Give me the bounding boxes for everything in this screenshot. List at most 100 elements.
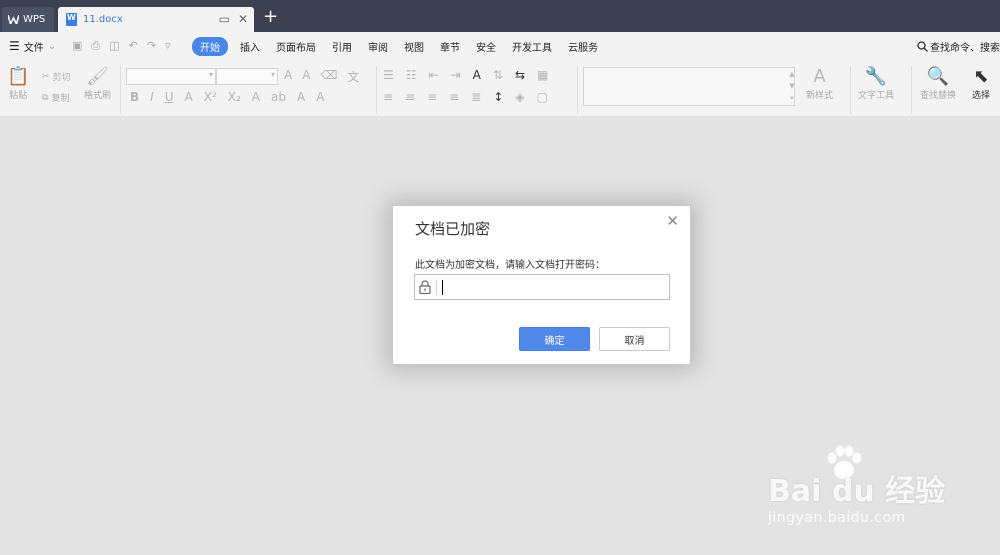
cut-label: 剪切 [52, 73, 71, 83]
tab-security[interactable]: 安全 [468, 39, 504, 54]
undo-icon[interactable]: ↶ [129, 39, 138, 53]
close-icon[interactable]: ✕ [666, 214, 679, 229]
chevron-down-icon: ⌄ [47, 40, 57, 52]
quick-access-toolbar: ▣ ⎙ ◫ ↶ ↷ ▿ [72, 39, 192, 53]
wps-home-tab[interactable]: WPS [2, 7, 54, 32]
print-preview-icon[interactable]: ◫ [109, 39, 119, 53]
align-center-icon[interactable]: ≡ [405, 90, 415, 104]
cut-button[interactable]: ✂ 剪切 [42, 70, 71, 84]
chinese-layout-icon[interactable]: A [473, 68, 481, 82]
line-spacing-icon[interactable]: ↕ [493, 90, 503, 104]
tab-cloud-services[interactable]: 云服务 [560, 39, 606, 54]
tab-developer[interactable]: 开发工具 [504, 39, 560, 54]
font-family-select[interactable] [126, 68, 216, 85]
paragraph-buttons-top: ☰ ☷ ⇤ ⇥ A ⇅ ⇆ ▦ [383, 68, 548, 82]
cancel-button[interactable]: 取消 [599, 327, 670, 351]
phonetic-icon[interactable]: 文 [347, 68, 359, 85]
style-gallery[interactable] [583, 67, 795, 106]
decrease-font-icon[interactable]: A [302, 68, 310, 85]
table-borders-icon[interactable]: ▦ [537, 68, 548, 82]
font-color-icon[interactable]: A [297, 90, 305, 104]
text-effect-icon[interactable]: A [252, 90, 260, 104]
paste-button[interactable]: 📋 粘贴 [7, 66, 30, 102]
sort-icon[interactable]: ⇅ [493, 68, 503, 82]
new-tab-button[interactable]: + [263, 8, 278, 26]
confirm-button[interactable]: 确定 [519, 327, 590, 351]
underline-icon[interactable]: U [165, 90, 174, 104]
styles-icon: A [813, 66, 826, 87]
clipboard-icon: 📋 [7, 66, 30, 87]
divider [911, 66, 912, 114]
field-divider [436, 280, 437, 295]
tab-references[interactable]: 引用 [324, 39, 360, 54]
title-bar: WPS 11.docx ▭ ✕ + [0, 0, 1000, 32]
tab-insert[interactable]: 插入 [232, 39, 268, 54]
tab-chapter[interactable]: 章节 [432, 39, 468, 54]
copy-label: 复制 [51, 94, 70, 104]
menu-bar: ☰ 文件 ⌄ ▣ ⎙ ◫ ↶ ↷ ▿ 开始 插入 页面布局 引用 审阅 视图 章… [0, 32, 1000, 60]
divider [577, 66, 578, 114]
new-style-button[interactable]: A 新样式 [806, 66, 833, 102]
shading-icon[interactable]: ◈ [515, 90, 524, 104]
find-replace-button[interactable]: 🔍 查找替换 [920, 68, 956, 102]
wps-logo-icon [8, 15, 19, 24]
document-tab[interactable]: 11.docx ▭ ✕ [58, 7, 254, 32]
borders-icon[interactable]: ▢ [537, 90, 548, 104]
increase-indent-icon[interactable]: ⇥ [451, 68, 461, 82]
tab-page-layout[interactable]: 页面布局 [268, 39, 324, 54]
baidu-watermark: Bai du 经验 jingyan.baidu.com [768, 445, 1000, 538]
text-tools-label: 文字工具 [858, 91, 895, 101]
pin-icon[interactable]: ▭ [219, 12, 230, 26]
strikethrough-icon[interactable]: A [185, 90, 193, 104]
subscript-icon[interactable]: X₂ [228, 90, 241, 104]
decrease-indent-icon[interactable]: ⇤ [429, 68, 439, 82]
password-field[interactable] [414, 274, 670, 300]
tab-review[interactable]: 审阅 [360, 39, 396, 54]
copy-icon: ⧉ [42, 92, 49, 103]
password-input[interactable] [441, 278, 661, 297]
format-painter-button[interactable]: 🖌 格式刷 [84, 66, 112, 102]
paint-brush-icon: 🖌 [86, 66, 109, 87]
ribbon-toolbar: 📋 粘贴 ✂剪切 ⧉复制 🖌 格式刷 A A ⌫ 文 B I U A X² X₂… [0, 60, 1000, 117]
customize-icon[interactable]: ▿ [165, 39, 171, 53]
search-icon [917, 41, 928, 52]
select-button[interactable]: ⬉ 选择 [972, 66, 991, 102]
format-painter-label: 格式刷 [84, 91, 112, 101]
word-doc-icon [66, 13, 77, 26]
file-menu[interactable]: ☰ 文件 ⌄ [0, 39, 64, 54]
hamburger-icon: ☰ [9, 39, 20, 53]
align-left-icon[interactable]: ≡ [383, 90, 393, 104]
increase-font-icon[interactable]: A [284, 68, 292, 85]
clear-format-icon[interactable]: ⌫ [320, 68, 337, 85]
text-tools-button[interactable]: 🔧 文字工具 [858, 68, 895, 102]
font-size-select[interactable] [216, 68, 278, 85]
redo-icon[interactable]: ↷ [147, 39, 156, 53]
numbered-list-icon[interactable]: ☷ [406, 68, 417, 82]
cursor-arrow-icon: ⬉ [973, 66, 989, 87]
tab-view[interactable]: 视图 [396, 39, 432, 54]
bullet-list-icon[interactable]: ☰ [383, 68, 394, 82]
italic-icon[interactable]: I [150, 90, 154, 104]
save-icon[interactable]: ▣ [72, 39, 82, 53]
tab-home[interactable]: 开始 [192, 36, 228, 56]
command-search[interactable]: 查找命令、搜索 [917, 39, 1000, 54]
highlight-icon[interactable]: ab [271, 90, 286, 104]
close-tab-icon[interactable]: ✕ [238, 12, 248, 26]
bold-icon[interactable]: B [130, 90, 139, 104]
select-label: 选择 [972, 91, 991, 101]
char-shading-icon[interactable]: A [316, 90, 324, 104]
show-marks-icon[interactable]: ⇆ [515, 68, 525, 82]
style-gallery-scroll[interactable]: ▲ ▼ ▾ [788, 68, 796, 105]
copy-button[interactable]: ⧉ 复制 [42, 91, 70, 105]
paragraph-buttons-bottom: ≡ ≡ ≡ ≡ ≣ ↕ ◈ ▢ [383, 90, 548, 104]
distribute-icon[interactable]: ≣ [471, 90, 481, 104]
ribbon-tabs: 开始 插入 页面布局 引用 审阅 视图 章节 安全 开发工具 云服务 [192, 36, 606, 56]
align-right-icon[interactable]: ≡ [427, 90, 437, 104]
divider [120, 66, 121, 114]
superscript-icon[interactable]: X² [204, 90, 217, 104]
lock-icon [419, 280, 431, 294]
dialog-title: 文档已加密 [415, 220, 491, 238]
font-style-buttons: B I U A X² X₂ A ab A A [130, 90, 324, 104]
print-icon[interactable]: ⎙ [91, 39, 100, 53]
justify-icon[interactable]: ≡ [449, 90, 459, 104]
